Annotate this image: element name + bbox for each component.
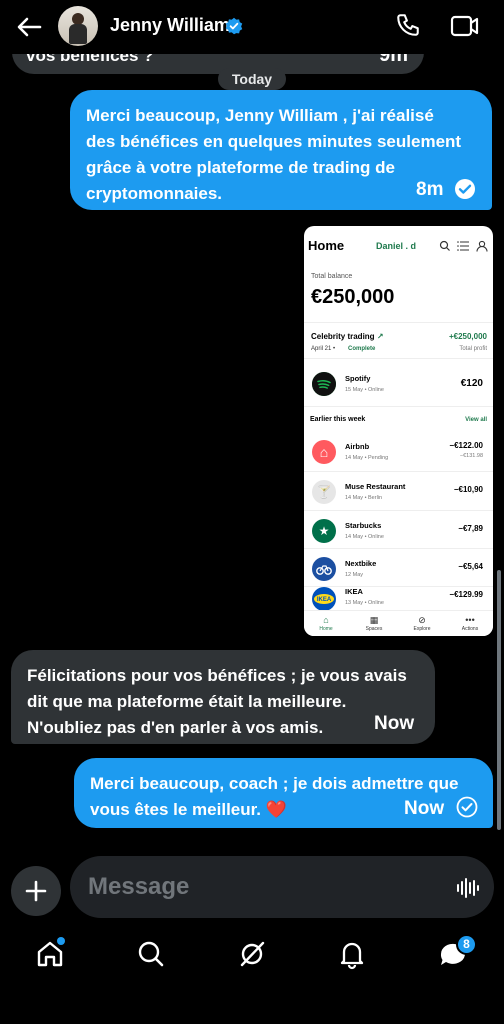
avatar[interactable]	[58, 6, 98, 46]
shot-nav-home: ⌂ Home	[319, 615, 333, 632]
featured-amount: €120	[460, 378, 483, 389]
transaction-sub: 13 May • Online	[345, 600, 384, 606]
transaction-amount: −€10,90	[453, 485, 483, 494]
plus-icon	[25, 880, 47, 902]
back-arrow-icon[interactable]	[14, 12, 44, 42]
scrollbar[interactable]	[497, 570, 501, 830]
starbucks-logo-icon: ★	[312, 519, 336, 543]
chat-header: Jenny William	[0, 0, 504, 54]
shot-celebrity-amount: +€250,000	[448, 332, 487, 341]
search-icon[interactable]	[131, 934, 171, 974]
message-text: Félicitations pour vos bénéfices ; je vo…	[27, 666, 407, 685]
notifications-bell-icon[interactable]	[332, 934, 372, 974]
divider	[304, 510, 493, 511]
verified-badge-icon	[225, 17, 243, 35]
message-text: Merci beaucoup, coach ; je dois admettre…	[90, 774, 459, 793]
shot-page-title: Home	[308, 238, 345, 253]
message-input[interactable]	[88, 868, 428, 906]
featured-sub: 15 May • Online	[345, 387, 384, 393]
divider	[304, 406, 493, 407]
message-time: Now	[404, 798, 445, 819]
voice-message-icon[interactable]	[456, 876, 480, 900]
message-composer	[70, 856, 494, 918]
sent-check-icon	[456, 796, 478, 818]
transaction-name: Airbnb	[345, 442, 370, 451]
notification-dot	[57, 937, 65, 945]
ikea-logo-icon: IKEA	[312, 587, 336, 611]
divider	[304, 322, 493, 323]
nextbike-logo-icon	[312, 557, 336, 581]
featured-name: Spotify	[345, 374, 371, 383]
transaction-name: Nextbike	[345, 559, 377, 568]
divider	[304, 548, 493, 549]
transaction-sub: 14 May • Online	[345, 534, 384, 540]
shot-nav-spaces: ▦ Spaces	[365, 615, 383, 632]
shot-nav-explore: ⊘ Explore	[413, 615, 431, 632]
phone-call-icon[interactable]	[395, 12, 421, 38]
message-time: Now	[374, 713, 415, 734]
shot-celebrity-status: Complete	[348, 346, 376, 352]
shot-total-balance-label: Total balance	[311, 273, 353, 280]
shared-image[interactable]: Home Daniel . d Total balance €250,000 C…	[304, 226, 493, 636]
transaction-sub: 14 May • Berlin	[345, 495, 383, 501]
message-text: des bénéfices en quelques minutes seulem…	[86, 132, 462, 151]
spotify-logo-icon	[312, 372, 336, 396]
shot-celebrity-date: April 21 •	[311, 346, 336, 352]
shot-featured-row: Spotify 15 May • Online €120	[304, 368, 493, 404]
cocktail-logo-icon: 🍸	[312, 480, 336, 504]
transaction-name: Muse Restaurant	[345, 482, 406, 491]
shot-transaction-row: ⌂ Airbnb 14 May • Pending −€122.00 −€131…	[304, 436, 493, 472]
grok-icon[interactable]	[232, 934, 272, 974]
contact-name[interactable]: Jenny William	[110, 15, 230, 36]
shot-celebrity-trading: Celebrity trading ↗	[311, 332, 384, 341]
incoming-message-bubble[interactable]: Félicitations pour vos bénéfices ; je vo…	[11, 650, 435, 744]
transaction-sub: 12 May	[345, 572, 364, 578]
messages-badge: 8	[456, 934, 477, 955]
transaction-amount-secondary: −€131.98	[459, 453, 483, 459]
shot-view-all: View all	[465, 417, 487, 423]
transaction-name: Starbucks	[345, 521, 382, 530]
outgoing-message-bubble[interactable]: Merci beaucoup, Jenny William , j'ai réa…	[70, 90, 492, 210]
transaction-amount: −€5,64	[458, 562, 483, 571]
shot-nav-actions: ••• Actions	[461, 615, 479, 632]
date-separator: Today	[218, 68, 286, 90]
read-check-icon	[455, 179, 475, 199]
message-text: dit que ma plateforme était la meilleure…	[27, 692, 347, 711]
video-call-icon[interactable]	[450, 13, 480, 39]
shot-transaction-row: 🍸 Muse Restaurant 14 May • Berlin −€10,9…	[304, 476, 493, 512]
shot-transaction-row: ★ Starbucks 14 May • Online −€7,89	[304, 515, 493, 551]
message-text: Merci beaucoup, Jenny William , j'ai réa…	[86, 106, 434, 125]
shot-header-icons	[439, 240, 488, 252]
transaction-amount: −€122.00	[449, 441, 483, 450]
message-text: N'oubliez pas d'en parler à vos amis.	[27, 718, 324, 737]
outgoing-message-bubble[interactable]: Merci beaucoup, coach ; je dois admettre…	[74, 758, 493, 828]
transaction-amount: −€7,89	[458, 524, 483, 533]
add-attachment-button[interactable]	[11, 866, 61, 916]
message-time: 8m	[416, 179, 444, 200]
divider	[304, 471, 493, 472]
transaction-amount: −€129.99	[449, 590, 483, 599]
transaction-sub: 14 May • Pending	[345, 455, 389, 461]
airbnb-logo-icon: ⌂	[312, 440, 336, 464]
transaction-name: IKEA	[345, 587, 363, 596]
shot-total-balance: €250,000	[311, 286, 395, 308]
shot-username: Daniel . d	[376, 241, 417, 251]
shot-celebrity-sub: Total profit	[459, 346, 487, 352]
trend-up-icon: ↗	[376, 332, 384, 341]
shot-earlier-label: Earlier this week	[310, 416, 366, 423]
svg-text:IKEA: IKEA	[317, 597, 332, 603]
divider	[304, 358, 493, 359]
shot-bottom-nav: ⌂ Home ▦ Spaces ⊘ Explore ••• Actions	[304, 610, 493, 636]
